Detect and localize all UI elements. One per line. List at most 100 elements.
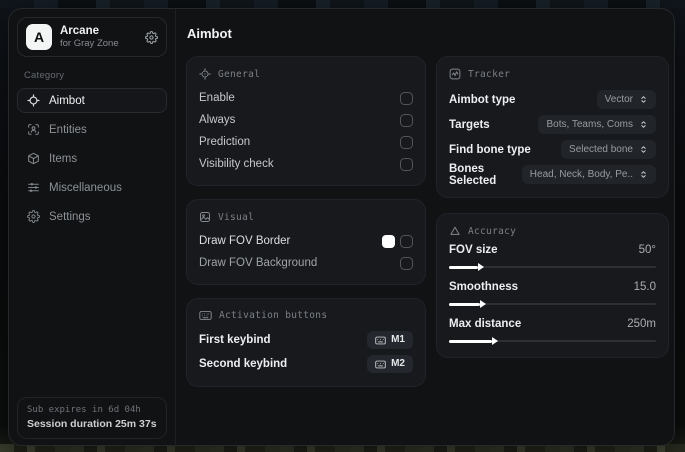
slider-thumb[interactable] [480,300,487,308]
setting-row-always: Always [199,109,413,131]
setting-label: First keybind [199,334,271,346]
second-keybind-button[interactable]: M2 [367,355,413,373]
sidebar-item-label: Miscellaneous [49,181,122,194]
setting-row-enable: Enable [199,87,413,109]
prediction-checkbox[interactable] [400,135,413,149]
card-title: Tracker [468,68,511,80]
left-column: General Enable Always Prediction Visibil… [186,56,426,387]
fov-size-slider[interactable] [449,263,656,271]
max-distance-slider[interactable] [449,337,656,345]
setting-label: Smoothness [449,281,519,293]
keyboard-icon [375,360,386,369]
category-label: Category [24,70,65,82]
sub-expires-text: Sub expires in 6d 04h [27,405,141,415]
sidebar-item-aimbot[interactable]: Aimbot [17,88,167,114]
setting-label: Enable [199,92,235,104]
always-checkbox[interactable] [400,113,413,127]
draw-fov-background-checkbox[interactable] [400,256,413,270]
setting-label: Prediction [199,136,251,148]
card-title: Activation buttons [219,310,328,321]
setting-row-smoothness: Smoothness 15.0 [449,281,656,308]
setting-label: Bones Selected [449,162,497,187]
sliders-icon [27,181,40,194]
tracker-card-header: Tracker [449,68,656,80]
keybind-value: M2 [391,358,405,369]
first-keybind-button[interactable]: M1 [367,331,413,349]
setting-row-draw-fov-border: Draw FOV Border [199,230,413,252]
setting-label: Draw FOV Border [199,235,291,247]
max-distance-value: 250m [627,318,656,330]
slider-thumb[interactable] [477,263,484,271]
triangle-icon [449,225,461,237]
smoothness-slider[interactable] [449,300,656,308]
sidebar-item-miscellaneous[interactable]: Miscellaneous [17,175,167,200]
targets-dropdown[interactable]: Bots, Teams, Coms [538,115,656,134]
slider-fill [449,300,487,308]
slider-fill [449,263,484,271]
session-duration-text: Session duration 25m 37s [27,418,157,430]
chevrons-up-down-icon [639,170,648,179]
image-icon [199,211,211,223]
subscription-info-box: Sub expires in 6d 04h Session duration 2… [17,397,167,439]
chevrons-up-down-icon [639,120,648,129]
gear-icon[interactable] [145,30,158,44]
visibility-check-checkbox[interactable] [400,157,413,171]
dropdown-value: Vector [604,94,633,105]
sidebar-item-items[interactable]: Items [17,146,167,171]
background-game-top [0,0,685,8]
general-card-header: General [199,68,413,80]
entity-scan-icon [27,123,40,136]
tracker-card: Tracker Aimbot type Vector Targets Bots,… [436,56,669,198]
crosshair-icon [199,68,211,80]
aimbot-type-dropdown[interactable]: Vector [596,90,656,109]
main-content: Aimbot General Enable Always Prediction … [176,9,674,445]
smoothness-value: 15.0 [633,281,656,293]
brand-text: Arcane for Gray Zone [60,24,137,50]
sidebar: A Arcane for Gray Zone Category Aimbot E… [9,9,176,445]
card-title: Visual [218,211,255,223]
visual-card: Visual Draw FOV Border Draw FOV Backgrou… [186,199,426,285]
setting-label: Always [199,114,236,126]
bones-selected-dropdown[interactable]: Head, Neck, Body, Pe.. [521,165,656,184]
setting-label: FOV size [449,244,498,256]
fov-size-value: 50° [638,244,656,256]
activation-card-header: Activation buttons [199,310,413,321]
brand-header: A Arcane for Gray Zone [17,17,167,58]
setting-row-draw-fov-background: Draw FOV Background [199,252,413,274]
activation-buttons-card: Activation buttons First keybind M1 Seco… [186,298,426,387]
sidebar-nav: Aimbot Entities Items Miscellaneous Sett… [17,88,167,229]
draw-fov-border-checkbox[interactable] [400,234,413,248]
keyboard-icon [199,310,212,321]
setting-row-visibility-check: Visibility check [199,153,413,175]
setting-label: Aimbot type [449,93,516,106]
sidebar-item-settings[interactable]: Settings [17,204,167,229]
setting-row-second-keybind: Second keybind M2 [199,352,413,376]
find-bone-type-dropdown[interactable]: Selected bone [561,140,656,159]
sidebar-item-entities[interactable]: Entities [17,117,167,142]
card-title: General [218,68,261,80]
setting-row-prediction: Prediction [199,131,413,153]
app-subtitle: for Gray Zone [60,38,119,50]
app-window: A Arcane for Gray Zone Category Aimbot E… [8,8,675,446]
setting-row-aimbot-type: Aimbot type Vector [449,87,656,112]
setting-row-fov-size: FOV size 50° [449,244,656,271]
general-card: General Enable Always Prediction Visibil… [186,56,426,186]
setting-row-bones-selected: Bones Selected Head, Neck, Body, Pe.. [449,162,656,187]
visual-card-header: Visual [199,211,413,223]
keybind-value: M1 [391,334,405,345]
setting-row-first-keybind: First keybind M1 [199,328,413,352]
enable-checkbox[interactable] [400,91,413,105]
crosshair-icon [27,94,40,107]
slider-fill [449,337,499,345]
setting-label: Targets [449,118,490,131]
setting-row-max-distance: Max distance 250m [449,318,656,345]
app-logo: A [26,24,52,51]
chevrons-up-down-icon [639,145,648,154]
fov-border-color-swatch[interactable] [382,234,395,248]
chevrons-up-down-icon [639,95,648,104]
accuracy-card-header: Accuracy [449,225,656,237]
card-title: Accuracy [468,225,517,237]
slider-thumb[interactable] [492,337,499,345]
sidebar-item-label: Items [49,152,78,165]
activity-icon [449,68,461,80]
